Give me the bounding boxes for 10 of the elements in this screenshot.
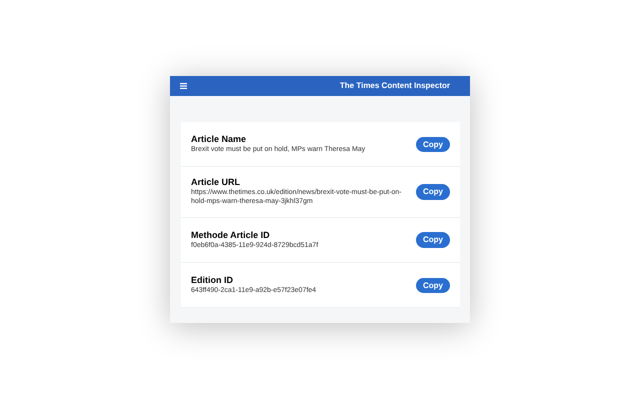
copy-button[interactable]: Copy	[416, 184, 450, 200]
copy-button[interactable]: Copy	[416, 136, 450, 152]
copy-button[interactable]: Copy	[416, 232, 450, 248]
menu-icon[interactable]	[180, 83, 187, 89]
field-label: Methode Article ID	[191, 230, 271, 241]
field-label: Edition ID	[191, 275, 234, 286]
copy-button[interactable]: Copy	[416, 278, 450, 293]
field-label: Article URL	[191, 177, 242, 188]
app-title: The Times Content Inspector	[340, 80, 450, 92]
field-label: Article Name	[191, 134, 248, 145]
